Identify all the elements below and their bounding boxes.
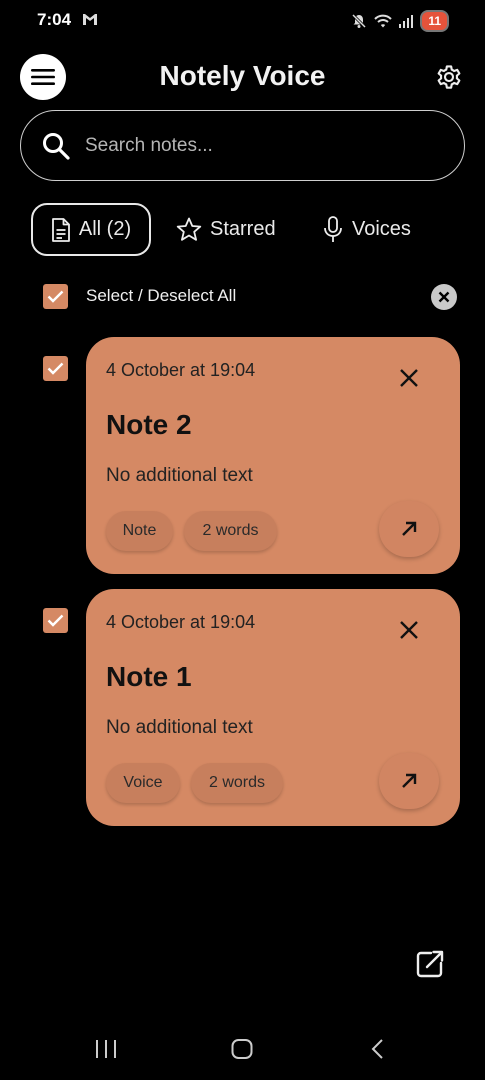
checkmark-icon — [47, 362, 64, 375]
tab-starred[interactable]: Starred — [176, 203, 276, 256]
gmail-icon — [83, 14, 97, 25]
clear-selection-button[interactable] — [431, 284, 457, 310]
select-all-checkbox[interactable] — [43, 284, 68, 309]
tab-all-label: All (2) — [78, 218, 132, 240]
tab-voices[interactable]: Voices — [322, 203, 411, 256]
battery-icon: 11 — [420, 10, 449, 32]
recent-apps-icon[interactable] — [95, 1040, 117, 1058]
mute-icon — [352, 13, 367, 29]
back-icon[interactable] — [370, 1039, 384, 1059]
arrow-up-right-icon — [402, 521, 417, 536]
tab-all[interactable]: All (2) — [31, 203, 151, 256]
note-type-chip: Voice — [106, 763, 180, 803]
note-title: Note 1 — [106, 661, 192, 692]
note-card[interactable]: 4 October at 19:04 Note 1 No additional … — [86, 589, 460, 826]
close-icon[interactable] — [397, 366, 421, 390]
status-icons: 11 — [351, 10, 449, 32]
home-icon[interactable] — [231, 1039, 253, 1059]
note-date: 4 October at 19:04 — [106, 612, 256, 632]
navigation-bar — [0, 1020, 485, 1080]
note-date: 4 October at 19:04 — [106, 360, 256, 380]
note-checkbox[interactable] — [43, 608, 68, 633]
note-type-chip: Note — [106, 511, 173, 551]
microphone-icon — [324, 215, 342, 242]
tab-voices-label: Voices — [352, 218, 411, 240]
status-bar: 7:04 11 — [0, 0, 485, 40]
note-body: No additional text — [106, 465, 253, 486]
open-note-button[interactable] — [379, 501, 439, 557]
arrow-up-right-icon — [402, 773, 417, 788]
search-input[interactable] — [85, 129, 425, 163]
search-icon — [43, 133, 70, 160]
signal-icon — [399, 15, 414, 28]
close-icon — [438, 291, 450, 303]
document-icon — [51, 217, 70, 242]
search-bar[interactable] — [20, 110, 465, 181]
open-note-button[interactable] — [379, 753, 439, 809]
checkmark-icon — [47, 614, 64, 627]
tab-starred-label: Starred — [210, 218, 276, 240]
share-icon[interactable] — [414, 948, 446, 980]
checkmark-icon — [47, 290, 64, 303]
note-title: Note 2 — [106, 409, 192, 440]
close-icon[interactable] — [397, 618, 421, 642]
gear-icon[interactable] — [434, 62, 464, 92]
note-checkbox[interactable] — [43, 356, 68, 381]
word-count-chip: 2 words — [184, 511, 277, 551]
note-card[interactable]: 4 October at 19:04 Note 2 No additional … — [86, 337, 460, 574]
note-body: No additional text — [106, 717, 253, 738]
status-time: 7:04 — [37, 10, 72, 29]
select-all-label: Select / Deselect All — [86, 286, 237, 305]
star-outline-icon — [176, 217, 202, 241]
word-count-chip: 2 words — [191, 763, 283, 803]
wifi-icon — [374, 14, 393, 27]
app-title: Notely Voice — [159, 60, 326, 91]
